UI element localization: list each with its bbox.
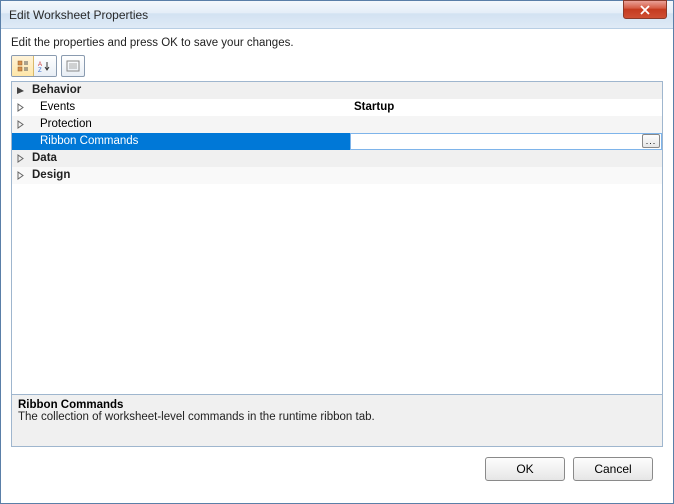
dialog-footer: OK Cancel — [11, 447, 663, 493]
ellipsis-button[interactable]: ... — [642, 134, 660, 148]
property-grid[interactable]: Behavior Events Startup Protection — [12, 82, 662, 394]
expand-icon[interactable] — [12, 150, 28, 167]
titlebar: Edit Worksheet Properties — [1, 1, 673, 29]
category-behavior[interactable]: Behavior — [12, 82, 662, 99]
expand-icon[interactable] — [12, 116, 28, 133]
collapse-icon[interactable] — [12, 82, 28, 99]
description-pane: Ribbon Commands The collection of worksh… — [12, 394, 662, 446]
dialog-content: Edit the properties and press OK to save… — [1, 29, 673, 503]
property-toolbar: A Z — [11, 55, 663, 77]
description-title: Ribbon Commands — [18, 399, 656, 411]
close-button[interactable] — [623, 0, 667, 19]
ok-button[interactable]: OK — [485, 457, 565, 481]
property-name: Protection — [28, 116, 350, 133]
cancel-button[interactable]: Cancel — [573, 457, 653, 481]
property-pages-button[interactable] — [61, 55, 85, 77]
property-value-editor[interactable]: ... — [350, 133, 662, 150]
category-data[interactable]: Data — [12, 150, 662, 167]
dialog-window: Edit Worksheet Properties Edit the prope… — [0, 0, 674, 504]
property-name: Ribbon Commands — [28, 133, 350, 150]
description-text: The collection of worksheet-level comman… — [18, 411, 656, 423]
property-pages-icon — [66, 60, 80, 72]
expand-icon[interactable] — [12, 99, 28, 116]
close-icon — [639, 5, 651, 15]
alphabetical-icon: A Z — [38, 60, 52, 72]
sort-toggle-group: A Z — [11, 55, 57, 77]
svg-text:Z: Z — [38, 68, 42, 72]
property-name: Events — [28, 99, 350, 116]
categorized-icon — [17, 60, 29, 72]
category-label: Behavior — [28, 82, 350, 99]
instruction-text: Edit the properties and press OK to save… — [11, 37, 663, 49]
alphabetical-button[interactable]: A Z — [34, 56, 56, 76]
window-title: Edit Worksheet Properties — [9, 8, 669, 22]
categorized-button[interactable] — [12, 56, 34, 76]
expand-icon[interactable] — [12, 167, 28, 184]
property-row-protection[interactable]: Protection — [12, 116, 662, 133]
property-row-events[interactable]: Events Startup — [12, 99, 662, 116]
category-label: Data — [28, 150, 350, 167]
property-value[interactable] — [350, 116, 662, 133]
category-design[interactable]: Design — [12, 167, 662, 184]
property-value[interactable]: Startup — [350, 99, 662, 116]
property-row-ribbon-commands[interactable]: Ribbon Commands ... — [12, 133, 662, 150]
property-grid-container: Behavior Events Startup Protection — [11, 81, 663, 447]
category-label: Design — [28, 167, 350, 184]
